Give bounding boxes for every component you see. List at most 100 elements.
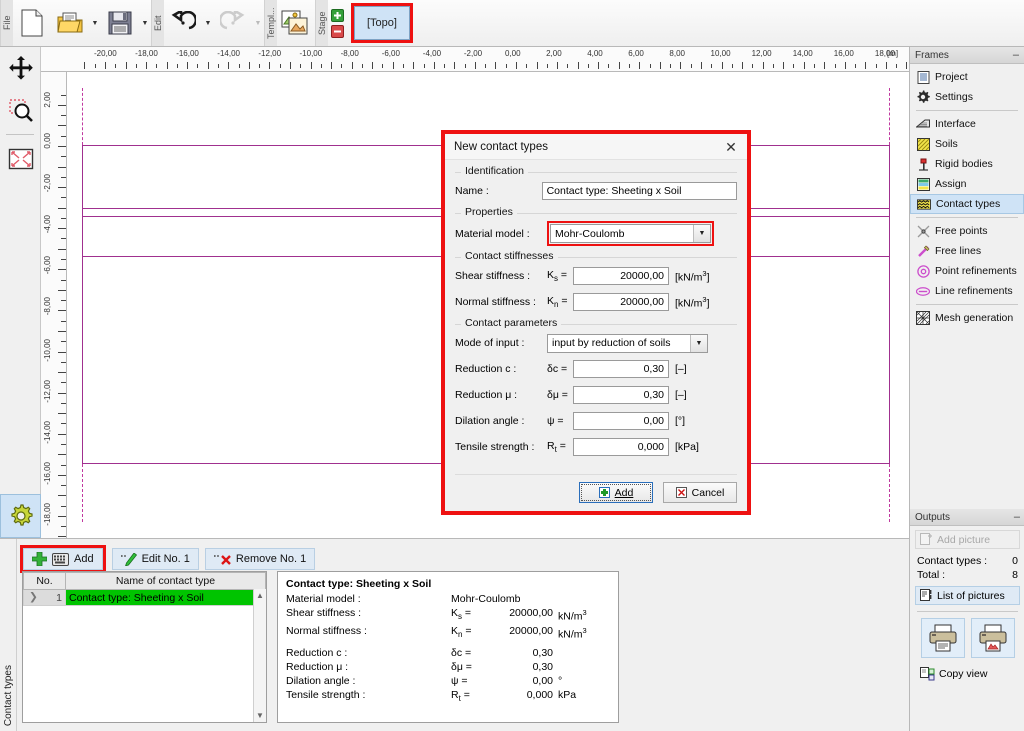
sidebar-item-contact-types[interactable]: Contact types (910, 194, 1024, 214)
ruler-tick (608, 64, 610, 68)
ruler-tick (58, 515, 66, 517)
table-header-name: Name of contact type (65, 572, 266, 590)
ruler-tick (629, 64, 631, 68)
outputs-contact-types-label: Contact types : (917, 555, 988, 567)
ruler-tick (61, 259, 66, 261)
ruler-tick (61, 279, 66, 281)
pan-tool-button[interactable] (0, 47, 41, 89)
name-input[interactable]: Contact type: Sheeting x Soil (541, 182, 737, 200)
material-model-select[interactable]: Mohr-Coulomb ▼ (550, 224, 711, 243)
contact-type-detail-panel: Contact type: Sheeting x Soil Material m… (277, 571, 619, 723)
detail-row-label: Tensile strength : (286, 689, 366, 702)
copy-view-icon (920, 667, 935, 681)
outputs-minimize-icon[interactable]: – (1014, 512, 1020, 523)
chevron-down-icon[interactable]: ▼ (693, 225, 710, 242)
keyboard-icon (52, 552, 69, 566)
edit-contact-type-label: Edit No. 1 (141, 553, 190, 565)
reduction-mu-unit: [–] (675, 389, 687, 401)
shear-stiffness-input[interactable]: 20000,00 (573, 267, 669, 285)
list-of-pictures-button[interactable]: List of pictures (915, 586, 1020, 605)
save-dropdown-arrow[interactable]: ▼ (139, 3, 151, 43)
detail-row-value: 0,30 (532, 647, 553, 660)
remove-contact-type-label: Remove No. 1 (235, 553, 307, 565)
sidebar-item-line-refinements[interactable]: Line refinements (910, 281, 1024, 301)
ruler-tick (372, 62, 374, 69)
name-label: Name : (455, 185, 489, 197)
ruler-tick (906, 62, 908, 69)
open-folder-button[interactable] (52, 3, 88, 43)
sidebar-item-soils[interactable]: Soils (910, 134, 1024, 154)
ruler-tick (659, 62, 661, 69)
dialog-cancel-button[interactable]: Cancel (663, 482, 737, 503)
new-file-button[interactable] (14, 3, 50, 43)
ruler-tick (731, 64, 733, 68)
sidebar-item-mesh-generation[interactable]: Mesh generation (910, 308, 1024, 328)
reduction-mu-input[interactable]: 0,30 (573, 386, 669, 404)
sidebar-item-assign[interactable]: Assign (910, 174, 1024, 194)
remove-contact-type-button[interactable]: Remove No. 1 (204, 548, 316, 570)
frames-panel-header: Frames – (910, 47, 1024, 64)
table-scrollbar[interactable]: ▲ ▼ (253, 589, 266, 722)
mode-of-input-select[interactable]: input by reduction of soils ▼ (547, 333, 708, 353)
ruler-tick (310, 62, 312, 69)
stage-remove-icon[interactable] (331, 24, 344, 38)
sidebar-item-point-refinements[interactable]: Point refinements (910, 261, 1024, 281)
dialog-add-button[interactable]: Add (579, 482, 653, 503)
copy-view-button[interactable]: Copy view (915, 664, 1020, 684)
ruler-tick (577, 62, 579, 69)
frames-panel-title: Frames (915, 49, 949, 61)
stage-add-icon[interactable] (331, 8, 344, 22)
templates-button[interactable] (278, 3, 314, 43)
zoom-extents-tool-button[interactable] (0, 138, 41, 180)
add-contact-type-button[interactable]: Add (23, 548, 103, 570)
chevron-down-icon-2[interactable]: ▼ (690, 334, 707, 352)
tensile-strength-input[interactable]: 0,000 (573, 438, 669, 456)
frames-minimize-icon[interactable]: – (1013, 50, 1019, 61)
vertical-tab-contact-types[interactable]: Contact types (0, 539, 17, 731)
zoom-window-tool-button[interactable] (0, 89, 41, 131)
sidebar-item-free-lines[interactable]: Free lines (910, 241, 1024, 261)
ruler-tick (58, 104, 66, 106)
sidebar-item-interface[interactable]: Interface (910, 114, 1024, 134)
sidebar-item-settings[interactable]: Settings (910, 87, 1024, 107)
reduction-mu-label: Reduction μ : (455, 389, 518, 401)
ruler-tick (762, 62, 764, 69)
scroll-up-icon[interactable]: ▲ (256, 591, 264, 600)
edit-contact-type-button[interactable]: Edit No. 1 (111, 548, 199, 570)
reduction-c-input[interactable]: 0,30 (573, 360, 669, 378)
print-picture-button[interactable] (970, 618, 1015, 658)
topo-button[interactable]: [Topo] (354, 6, 410, 40)
ruler-tick (61, 464, 66, 466)
table-row[interactable]: ❯ 1 Contact type: Sheeting x Soil (23, 589, 266, 606)
sidebar-item-project[interactable]: Project (910, 67, 1024, 87)
ruler-tick (61, 485, 66, 487)
undo-dropdown-arrow[interactable]: ▼ (202, 3, 214, 43)
sidebar-item-rigid-bodies[interactable]: Rigid bodies (910, 154, 1024, 174)
new-contact-types-dialog-highlight: New contact types ✕ Identification Name … (441, 130, 751, 515)
ruler-tick (58, 433, 66, 435)
undo-button[interactable] (165, 3, 201, 43)
ruler-tick (61, 176, 66, 178)
print-document-button[interactable] (920, 618, 965, 658)
ruler-tick (598, 62, 600, 69)
ruler-tick (485, 64, 487, 68)
ruler-tick (382, 64, 384, 68)
view-settings-button[interactable] (0, 494, 41, 538)
outputs-separator (917, 611, 1018, 612)
open-folder-dropdown-arrow[interactable]: ▼ (89, 3, 101, 43)
normal-stiffness-input[interactable]: 20000,00 (573, 293, 669, 311)
detail-row-label: Reduction μ : (286, 661, 349, 674)
close-icon[interactable]: ✕ (721, 140, 741, 154)
table-header-row: No. Name of contact type (23, 572, 266, 590)
ruler-tick (444, 64, 446, 68)
detail-row-unit: kN/m3 (558, 608, 587, 623)
detail-row-value: 0,000 (526, 689, 553, 702)
contact-types-table[interactable]: No. Name of contact type ❯ 1 Contact typ… (22, 571, 267, 723)
save-button[interactable] (102, 3, 138, 43)
scroll-down-icon[interactable]: ▼ (256, 711, 264, 720)
sidebar-item-free-points[interactable]: Free points (910, 221, 1024, 241)
new-contact-types-dialog: New contact types ✕ Identification Name … (445, 134, 747, 511)
ruler-tick (61, 382, 66, 384)
ruler-label: -6,00 (381, 49, 400, 58)
dilation-angle-input[interactable]: 0,00 (573, 412, 669, 430)
